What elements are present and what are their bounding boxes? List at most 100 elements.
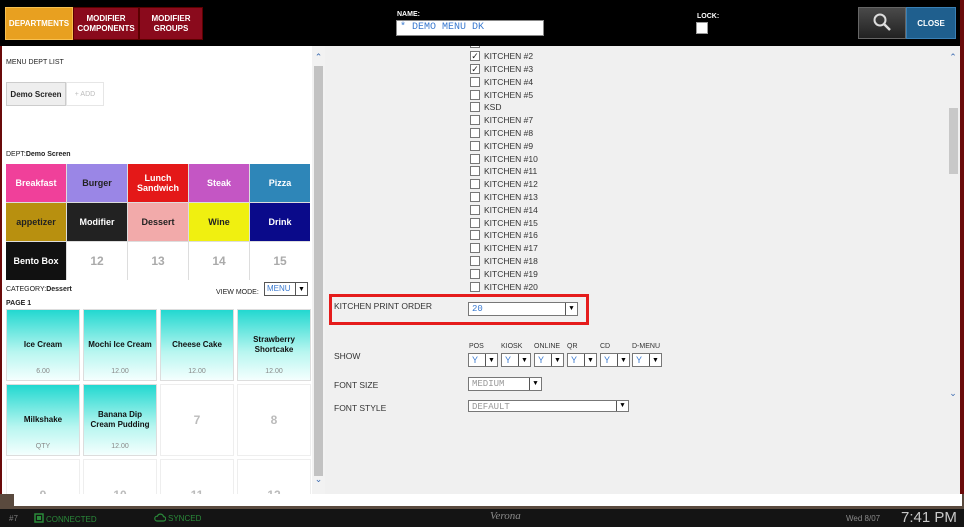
font-style-select[interactable]: DEFAULT ▼	[468, 400, 629, 412]
kitchen-print-order-select[interactable]: 20 ▼	[468, 302, 578, 316]
kitchen-printer-item[interactable]: KITCHEN #17	[470, 242, 538, 255]
kitchen-printer-item[interactable]: ✓ KITCHEN #3	[470, 63, 538, 76]
chevron-down-icon[interactable]: ▼	[485, 354, 497, 366]
category-button[interactable]: Dessert	[128, 203, 188, 241]
menu-item-button[interactable]: Banana Dip Cream Pudding 12.00	[83, 384, 157, 456]
dept-tab-demo-screen[interactable]: Demo Screen	[6, 82, 66, 106]
category-button[interactable]: 13	[128, 242, 188, 280]
category-button[interactable]: Modifier	[67, 203, 127, 241]
category-button[interactable]: appetizer	[6, 203, 66, 241]
kitchen-printer-item[interactable]: KITCHEN #15	[470, 216, 538, 229]
kitchen-checkbox[interactable]	[470, 166, 480, 177]
view-mode-select[interactable]: MENU ▼	[264, 282, 308, 296]
menu-item-button[interactable]: Cheese Cake 12.00	[160, 309, 234, 381]
right-scrollbar[interactable]: ⌃ ⌄	[946, 46, 960, 494]
show-select[interactable]: Y ▼	[632, 353, 662, 367]
chevron-down-icon[interactable]: ▼	[295, 283, 307, 295]
tab-modifier-groups[interactable]: MODIFIER GROUPS	[139, 7, 203, 40]
left-scrollbar[interactable]: ⌃ ⌄	[312, 46, 325, 494]
chevron-down-icon[interactable]: ▼	[584, 354, 596, 366]
menu-item-button[interactable]: 7	[160, 384, 234, 456]
category-button[interactable]: Lunch Sandwich	[128, 164, 188, 202]
kitchen-printer-item[interactable]: KITCHEN #18	[470, 255, 538, 268]
kitchen-printer-item[interactable]: KITCHEN #19	[470, 267, 538, 280]
close-button[interactable]: CLOSE	[906, 7, 956, 39]
kitchen-printer-item[interactable]: KITCHEN #10	[470, 152, 538, 165]
menu-item-button[interactable]: 12	[237, 459, 311, 494]
category-button[interactable]: Breakfast	[6, 164, 66, 202]
category-button[interactable]: Bento Box	[6, 242, 66, 280]
chevron-down-icon[interactable]: ▼	[649, 354, 661, 366]
scroll-thumb[interactable]	[949, 108, 958, 174]
add-dept-button[interactable]: + ADD	[66, 82, 104, 106]
category-button[interactable]: Wine	[189, 203, 249, 241]
chevron-down-icon[interactable]: ▼	[551, 354, 563, 366]
kitchen-checkbox[interactable]	[470, 115, 480, 126]
kitchen-printer-item[interactable]: KITCHEN #4	[470, 75, 538, 88]
kitchen-checkbox[interactable]	[470, 153, 480, 164]
scroll-up-icon[interactable]: ⌃	[312, 52, 325, 63]
kitchen-checkbox[interactable]	[470, 46, 480, 49]
category-button[interactable]: Pizza	[250, 164, 310, 202]
chevron-down-icon[interactable]: ▼	[518, 354, 530, 366]
search-button[interactable]	[858, 7, 906, 39]
chevron-down-icon[interactable]: ▼	[616, 401, 628, 411]
kitchen-printer-item[interactable]: KITCHEN #14	[470, 203, 538, 216]
kitchen-checkbox[interactable]	[470, 179, 480, 190]
kitchen-checkbox[interactable]	[470, 89, 480, 100]
kitchen-checkbox[interactable]: ✓	[470, 51, 480, 62]
scroll-thumb[interactable]	[314, 66, 323, 476]
kitchen-printer-item[interactable]: KITCHEN #11	[470, 165, 538, 178]
kitchen-checkbox[interactable]	[470, 268, 480, 279]
scroll-up-icon[interactable]: ⌃	[946, 52, 960, 63]
show-select[interactable]: Y ▼	[534, 353, 564, 367]
kitchen-printer-item[interactable]: KITCHEN #8	[470, 127, 538, 140]
tab-departments[interactable]: DEPARTMENTS	[5, 7, 73, 40]
menu-item-button[interactable]: 9	[6, 459, 80, 494]
chevron-down-icon[interactable]: ▼	[529, 378, 541, 390]
kitchen-checkbox[interactable]	[470, 140, 480, 151]
menu-item-button[interactable]: Mochi Ice Cream 12.00	[83, 309, 157, 381]
menu-item-button[interactable]: 10	[83, 459, 157, 494]
chevron-down-icon[interactable]: ▼	[617, 354, 629, 366]
menu-item-button[interactable]: Milkshake QTY	[6, 384, 80, 456]
category-button[interactable]: 14	[189, 242, 249, 280]
chevron-down-icon[interactable]: ▼	[565, 303, 577, 315]
kitchen-checkbox[interactable]	[470, 243, 480, 254]
show-select[interactable]: Y ▼	[600, 353, 630, 367]
menu-item-button[interactable]: 11	[160, 459, 234, 494]
menu-item-button[interactable]: 8	[237, 384, 311, 456]
kitchen-checkbox[interactable]: ✓	[470, 63, 480, 74]
menu-item-button[interactable]: Strawberry Shortcake 12.00	[237, 309, 311, 381]
kitchen-checkbox[interactable]	[470, 191, 480, 202]
kitchen-checkbox[interactable]	[470, 217, 480, 228]
lock-checkbox[interactable]	[696, 22, 708, 34]
kitchen-checkbox[interactable]	[470, 255, 480, 266]
kitchen-printer-item[interactable]: KSD	[470, 101, 538, 114]
kitchen-printer-item[interactable]: KITCHEN #5	[470, 88, 538, 101]
show-select[interactable]: Y ▼	[567, 353, 597, 367]
kitchen-printer-item[interactable]: KITCHEN #20	[470, 280, 538, 293]
kitchen-printer-item[interactable]: ✓ KITCHEN #2	[470, 50, 538, 63]
show-select[interactable]: Y ▼	[501, 353, 531, 367]
category-button[interactable]: 15	[250, 242, 310, 280]
kitchen-printer-item[interactable]: KITCHEN #13	[470, 191, 538, 204]
category-button[interactable]: Drink	[250, 203, 310, 241]
category-button[interactable]: Burger	[67, 164, 127, 202]
kitchen-printer-item[interactable]: KITCHEN #12	[470, 178, 538, 191]
tab-modifier-components[interactable]: MODIFIER COMPONENTS	[73, 7, 139, 40]
category-button[interactable]: 12	[67, 242, 127, 280]
scroll-down-icon[interactable]: ⌄	[946, 388, 960, 399]
name-input[interactable]: * DEMO MENU DK	[396, 20, 544, 36]
font-size-select[interactable]: MEDIUM ▼	[468, 377, 542, 391]
kitchen-checkbox[interactable]	[470, 204, 480, 215]
kitchen-checkbox[interactable]	[470, 102, 480, 113]
kitchen-printer-item[interactable]: KITCHEN #7	[470, 114, 538, 127]
scroll-down-icon[interactable]: ⌄	[312, 474, 325, 485]
menu-item-button[interactable]: Ice Cream 6.00	[6, 309, 80, 381]
kitchen-checkbox[interactable]	[470, 127, 480, 138]
kitchen-printer-item[interactable]: KITCHEN #16	[470, 229, 538, 242]
kitchen-printer-item[interactable]: KITCHEN #9	[470, 139, 538, 152]
show-select[interactable]: Y ▼	[468, 353, 498, 367]
kitchen-checkbox[interactable]	[470, 76, 480, 87]
